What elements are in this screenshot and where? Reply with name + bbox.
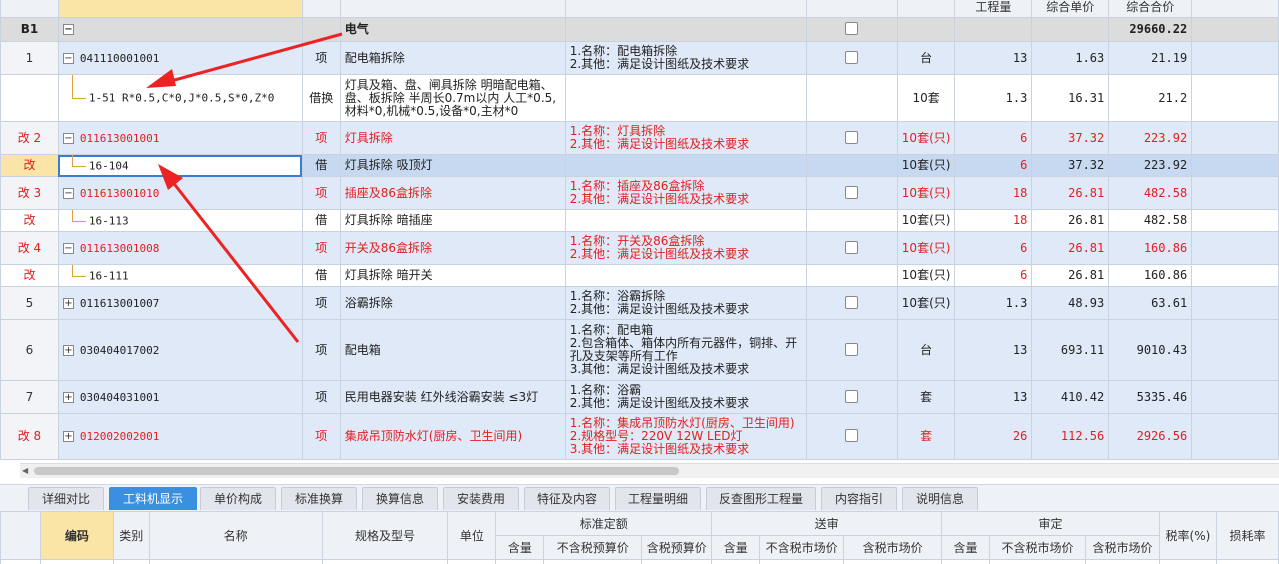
section-row[interactable]: B1 − 电气 29660.22	[0, 17, 1279, 42]
table-row[interactable]: 1-51 R*0.5,C*0,J*0.5,S*0,Z*0 借换 灯具及箱、盘、闸…	[0, 74, 1279, 122]
tab-notes[interactable]: 说明信息	[902, 487, 978, 510]
table-row[interactable]: 改 16-113 借 灯具拆除 暗插座 10套(只) 18 26.81 482.…	[0, 209, 1279, 232]
table-row[interactable]: 改 16-111 借 灯具拆除 暗开关 10套(只) 6 26.81 160.8…	[0, 264, 1279, 287]
group-standard: 标准定额	[495, 511, 713, 536]
checkbox[interactable]	[845, 240, 859, 254]
checkbox[interactable]	[845, 389, 859, 403]
col-loss-rate[interactable]: 损耗率	[1215, 511, 1279, 560]
grid-header: 工程量 综合单价 综合合价	[0, 0, 1279, 18]
tab-conversion-info[interactable]: 换算信息	[362, 487, 438, 510]
header-quantity: 工程量	[954, 0, 1033, 18]
tree-line	[63, 265, 89, 286]
collapse-icon[interactable]: −	[62, 24, 74, 35]
table-row[interactable]: 改 4 −011613001008 项 开关及86盒拆除 1.名称：开关及86盒…	[0, 231, 1279, 265]
table-row[interactable]: 1 −041110001001 项 配电箱拆除 1.名称：配电箱拆除 2.其他：满…	[0, 41, 1279, 75]
col-spec[interactable]: 规格及型号	[321, 511, 449, 560]
bottom-tabs: 详细对比 工料机显示 单价构成 标准换算 换算信息 安装费用 特征及内容 工程量…	[0, 484, 1279, 511]
tab-install-fee[interactable]: 安装费用	[443, 487, 519, 510]
table-row[interactable]: 改 2 −011613001001 项 灯具拆除 1.名称：灯具拆除 2.其他：满…	[0, 121, 1279, 155]
tab-content-guide[interactable]: 内容指引	[821, 487, 897, 510]
table-row[interactable]: 改 3 −011613001010 项 插座及86盒拆除 1.名称：插座及86盒…	[0, 176, 1279, 210]
quota-grid: 工程量 综合单价 综合合价 B1 − 电气 29660.22 1 −041110…	[0, 0, 1279, 460]
material-grid-area: 编码 类别 名称 规格及型号 单位 标准定额 送审 审定 税率(%) 损耗率 含…	[0, 511, 1279, 564]
collapse-icon[interactable]: −	[62, 52, 74, 64]
checkbox[interactable]	[845, 295, 859, 309]
col-tax-rate[interactable]: 税率(%)	[1158, 511, 1217, 560]
expand-icon[interactable]: +	[62, 431, 74, 442]
expand-icon[interactable]: +	[62, 344, 74, 356]
checkbox[interactable]	[845, 22, 859, 35]
tab-unit-price[interactable]: 单价构成	[200, 487, 276, 510]
table-row[interactable]: 6 +030404017002 项 配电箱 1.名称：配电箱 2.包含箱体、箱体内…	[0, 319, 1279, 381]
tree-line	[63, 210, 89, 231]
collapse-icon[interactable]: −	[62, 132, 74, 144]
col-code[interactable]: 编码	[39, 511, 114, 560]
table-row-selected[interactable]: 改 16-104 借 灯具拆除 吸顶灯 10套(只) 6 37.32 223.9…	[0, 154, 1279, 177]
collapse-icon[interactable]: −	[62, 242, 74, 254]
checkbox[interactable]	[845, 342, 859, 356]
quota-grid-area: 工程量 综合单价 综合合价 B1 − 电气 29660.22 1 −041110…	[0, 0, 1279, 462]
header-unit-price: 综合单价	[1031, 0, 1110, 18]
checkbox[interactable]	[845, 130, 859, 144]
col-unit[interactable]: 单位	[447, 511, 497, 560]
section-total: 29660.22	[1108, 17, 1193, 42]
expand-icon[interactable]: +	[62, 391, 74, 403]
tab-reverse-lookup[interactable]: 反查图形工程量	[706, 487, 816, 510]
section-name: 电气	[339, 17, 566, 42]
header-total-price: 综合合价	[1108, 0, 1193, 18]
tree-line	[63, 155, 89, 176]
table-row[interactable]: 7 +030404031001 项 民用电器安装 红外线浴霸安装 ≤3灯 1.名…	[0, 380, 1279, 414]
tab-standard-conversion[interactable]: 标准换算	[281, 487, 357, 510]
horizontal-scrollbar[interactable]: ◀	[20, 463, 1279, 478]
checkbox[interactable]	[845, 185, 859, 199]
section-no: B1	[0, 17, 59, 42]
collapse-icon[interactable]: −	[62, 187, 74, 199]
group-submitted: 送审	[711, 511, 943, 536]
tab-quantity-detail[interactable]: 工程量明细	[615, 487, 701, 510]
material-grid: 编码 类别 名称 规格及型号 单位 标准定额 送审 审定 税率(%) 损耗率 含…	[0, 511, 1279, 564]
tab-features[interactable]: 特征及内容	[524, 487, 610, 510]
scrollbar-thumb[interactable]	[34, 467, 679, 475]
table-row[interactable]: 5 +011613001007 项 浴霸拆除 1.名称：浴霸拆除 2.其他：满足设…	[0, 286, 1279, 320]
tab-detail-compare[interactable]: 详细对比	[28, 487, 104, 510]
tree-line	[63, 75, 89, 108]
tab-material-machine[interactable]: 工料机显示	[109, 487, 197, 510]
checkbox[interactable]	[845, 429, 859, 442]
scroll-left-icon[interactable]: ◀	[22, 466, 28, 475]
col-category[interactable]: 类别	[112, 511, 150, 560]
table-row[interactable]: 改 8 +012002002001 项 集成吊顶防水灯(厨房、卫生间用) 1.名…	[0, 413, 1279, 460]
col-name[interactable]: 名称	[148, 511, 323, 560]
expand-icon[interactable]: +	[62, 297, 74, 309]
group-approved: 审定	[941, 511, 1160, 536]
checkbox[interactable]	[845, 50, 859, 64]
